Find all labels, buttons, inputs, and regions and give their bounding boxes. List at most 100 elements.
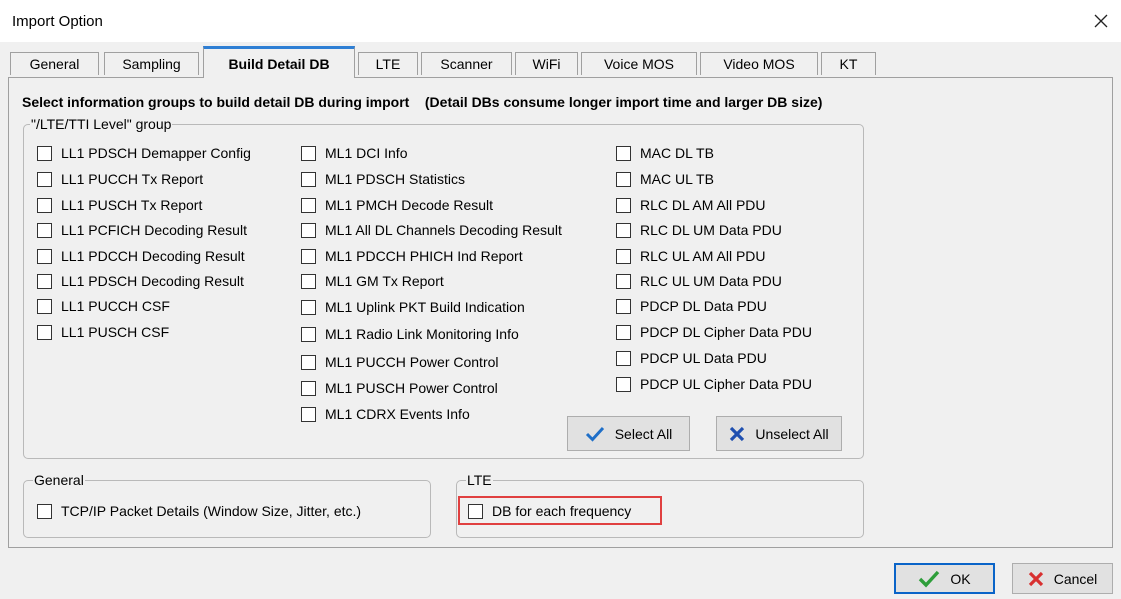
checkbox-box[interactable] bbox=[301, 354, 316, 370]
tab-voice-mos[interactable]: Voice MOS bbox=[581, 52, 697, 75]
checkbox-box[interactable] bbox=[616, 350, 631, 366]
tab-kt[interactable]: KT bbox=[821, 52, 876, 75]
checkbox-ll1-pusch-tx-report[interactable]: LL1 PUSCH Tx Report bbox=[37, 197, 202, 213]
checkbox-box[interactable] bbox=[616, 145, 631, 161]
checkbox-ml1-radio-link-monitoring-info[interactable]: ML1 Radio Link Monitoring Info bbox=[301, 326, 519, 342]
unselect-all-button[interactable]: Unselect All bbox=[716, 416, 842, 451]
check-icon bbox=[918, 570, 940, 588]
checkbox-label: LL1 PDSCH Demapper Config bbox=[61, 145, 251, 161]
checkbox-box[interactable] bbox=[468, 503, 483, 519]
checkbox-ml1-uplink-pkt-build-indication[interactable]: ML1 Uplink PKT Build Indication bbox=[301, 299, 525, 315]
cancel-button[interactable]: Cancel bbox=[1012, 563, 1113, 594]
checkbox-rlc-ul-am-all-pdu[interactable]: RLC UL AM All PDU bbox=[616, 248, 766, 264]
checkbox-ll1-pdsch-decoding-result[interactable]: LL1 PDSCH Decoding Result bbox=[37, 273, 244, 289]
checkbox-label: LL1 PUCCH Tx Report bbox=[61, 171, 204, 187]
checkbox-ml1-all-dl-channels-decoding-result[interactable]: ML1 All DL Channels Decoding Result bbox=[301, 222, 562, 238]
checkbox-mac-dl-tb[interactable]: MAC DL TB bbox=[616, 145, 714, 161]
checkbox-box[interactable] bbox=[301, 145, 316, 161]
lte-group-legend: LTE bbox=[466, 472, 493, 488]
instruction-heading: Select information groups to build detai… bbox=[22, 94, 823, 110]
checkbox-box[interactable] bbox=[37, 273, 52, 289]
tab-wifi[interactable]: WiFi bbox=[515, 52, 578, 75]
checkbox-label: ML1 PUCCH Power Control bbox=[325, 354, 499, 370]
checkbox-label: PDCP UL Cipher Data PDU bbox=[640, 376, 812, 392]
checkbox-ll1-pdsch-demapper-config[interactable]: LL1 PDSCH Demapper Config bbox=[37, 145, 251, 161]
checkbox-ml1-gm-tx-report[interactable]: ML1 GM Tx Report bbox=[301, 273, 444, 289]
checkbox-label: RLC UL UM Data PDU bbox=[640, 273, 782, 289]
checkbox-label: MAC DL TB bbox=[640, 145, 714, 161]
checkbox-label: ML1 PUSCH Power Control bbox=[325, 380, 498, 396]
close-icon bbox=[1094, 14, 1108, 28]
checkbox-box[interactable] bbox=[301, 380, 316, 396]
tab-video-mos[interactable]: Video MOS bbox=[700, 52, 818, 75]
checkbox-box[interactable] bbox=[301, 326, 316, 342]
checkbox-box[interactable] bbox=[301, 171, 316, 187]
checkbox-box[interactable] bbox=[301, 197, 316, 213]
checkbox-ll1-pucch-csf[interactable]: LL1 PUCCH CSF bbox=[37, 298, 170, 314]
checkbox-box[interactable] bbox=[37, 197, 52, 213]
checkbox-rlc-dl-am-all-pdu[interactable]: RLC DL AM All PDU bbox=[616, 197, 766, 213]
checkbox-label: ML1 All DL Channels Decoding Result bbox=[325, 222, 562, 238]
tab-build-detail-db[interactable]: Build Detail DB bbox=[203, 46, 355, 78]
checkbox-pdcp-ul-data-pdu[interactable]: PDCP UL Data PDU bbox=[616, 350, 767, 366]
checkbox-box[interactable] bbox=[37, 324, 52, 340]
checkbox-rlc-dl-um-data-pdu[interactable]: RLC DL UM Data PDU bbox=[616, 222, 782, 238]
check-icon bbox=[585, 426, 605, 442]
checkbox-rlc-ul-um-data-pdu[interactable]: RLC UL UM Data PDU bbox=[616, 273, 782, 289]
checkbox-pdcp-dl-cipher-data-pdu[interactable]: PDCP DL Cipher Data PDU bbox=[616, 324, 812, 340]
checkbox-box[interactable] bbox=[37, 298, 52, 314]
checkbox-box[interactable] bbox=[301, 406, 316, 422]
checkbox-box[interactable] bbox=[301, 273, 316, 289]
tab-general[interactable]: General bbox=[10, 52, 99, 75]
checkbox-box[interactable] bbox=[616, 376, 631, 392]
checkbox-box[interactable] bbox=[37, 503, 52, 519]
unselect-all-label: Unselect All bbox=[755, 425, 829, 442]
checkbox-ml1-pdcch-phich-ind-report[interactable]: ML1 PDCCH PHICH Ind Report bbox=[301, 248, 523, 264]
checkbox-box[interactable] bbox=[616, 298, 631, 314]
checkbox-box[interactable] bbox=[37, 171, 52, 187]
checkbox-label: RLC DL UM Data PDU bbox=[640, 222, 782, 238]
checkbox-box[interactable] bbox=[37, 145, 52, 161]
checkbox-box[interactable] bbox=[616, 197, 631, 213]
checkbox-ml1-pucch-power-control[interactable]: ML1 PUCCH Power Control bbox=[301, 354, 499, 370]
checkbox-label: RLC UL AM All PDU bbox=[640, 248, 766, 264]
tab-sampling[interactable]: Sampling bbox=[104, 52, 199, 75]
close-button[interactable] bbox=[1081, 0, 1121, 42]
checkbox-box[interactable] bbox=[301, 299, 316, 315]
checkbox-pdcp-dl-data-pdu[interactable]: PDCP DL Data PDU bbox=[616, 298, 767, 314]
checkbox-box[interactable] bbox=[616, 324, 631, 340]
select-all-label: Select All bbox=[614, 425, 673, 442]
select-all-button[interactable]: Select All bbox=[567, 416, 690, 451]
checkbox-mac-ul-tb[interactable]: MAC UL TB bbox=[616, 171, 714, 187]
checkbox-box[interactable] bbox=[616, 273, 631, 289]
checkbox-ll1-pucch-tx-report[interactable]: LL1 PUCCH Tx Report bbox=[37, 171, 203, 187]
checkbox-ml1-pdsch-statistics[interactable]: ML1 PDSCH Statistics bbox=[301, 171, 465, 187]
checkbox-box[interactable] bbox=[37, 248, 52, 264]
checkbox-ml1-dci-info[interactable]: ML1 DCI Info bbox=[301, 145, 407, 161]
checkbox-box[interactable] bbox=[301, 222, 316, 238]
checkbox-box[interactable] bbox=[37, 222, 52, 238]
checkbox-ll1-pcfich-decoding-result[interactable]: LL1 PCFICH Decoding Result bbox=[37, 222, 247, 238]
checkbox-box[interactable] bbox=[616, 171, 631, 187]
checkbox-pdcp-ul-cipher-data-pdu[interactable]: PDCP UL Cipher Data PDU bbox=[616, 376, 812, 392]
checkbox-label: PDCP DL Data PDU bbox=[640, 298, 767, 314]
checkbox-tcp-ip-packet-details[interactable]: TCP/IP Packet Details (Window Size, Jitt… bbox=[37, 503, 361, 519]
checkbox-ll1-pusch-csf[interactable]: LL1 PUSCH CSF bbox=[37, 324, 169, 340]
checkbox-ml1-pmch-decode-result[interactable]: ML1 PMCH Decode Result bbox=[301, 197, 493, 213]
checkbox-label: TCP/IP Packet Details (Window Size, Jitt… bbox=[61, 503, 362, 519]
checkbox-ml1-cdrx-events-info[interactable]: ML1 CDRX Events Info bbox=[301, 406, 470, 422]
window-title: Import Option bbox=[12, 13, 103, 30]
checkbox-box[interactable] bbox=[616, 248, 631, 264]
tab-scanner[interactable]: Scanner bbox=[421, 52, 512, 75]
checkbox-ll1-pdcch-decoding-result[interactable]: LL1 PDCCH Decoding Result bbox=[37, 248, 245, 264]
ok-button[interactable]: OK bbox=[894, 563, 995, 594]
checkbox-label: LL1 PDCCH Decoding Result bbox=[61, 248, 245, 264]
checkbox-label: ML1 PDSCH Statistics bbox=[325, 171, 466, 187]
checkbox-box[interactable] bbox=[616, 222, 631, 238]
tab-lte[interactable]: LTE bbox=[358, 52, 418, 75]
checkbox-label: ML1 PDCCH PHICH Ind Report bbox=[325, 248, 523, 264]
checkbox-ml1-pusch-power-control[interactable]: ML1 PUSCH Power Control bbox=[301, 380, 498, 396]
checkbox-box[interactable] bbox=[301, 248, 316, 264]
ok-label: OK bbox=[950, 570, 971, 587]
checkbox-db-for-each-frequency[interactable]: DB for each frequency bbox=[468, 503, 631, 519]
